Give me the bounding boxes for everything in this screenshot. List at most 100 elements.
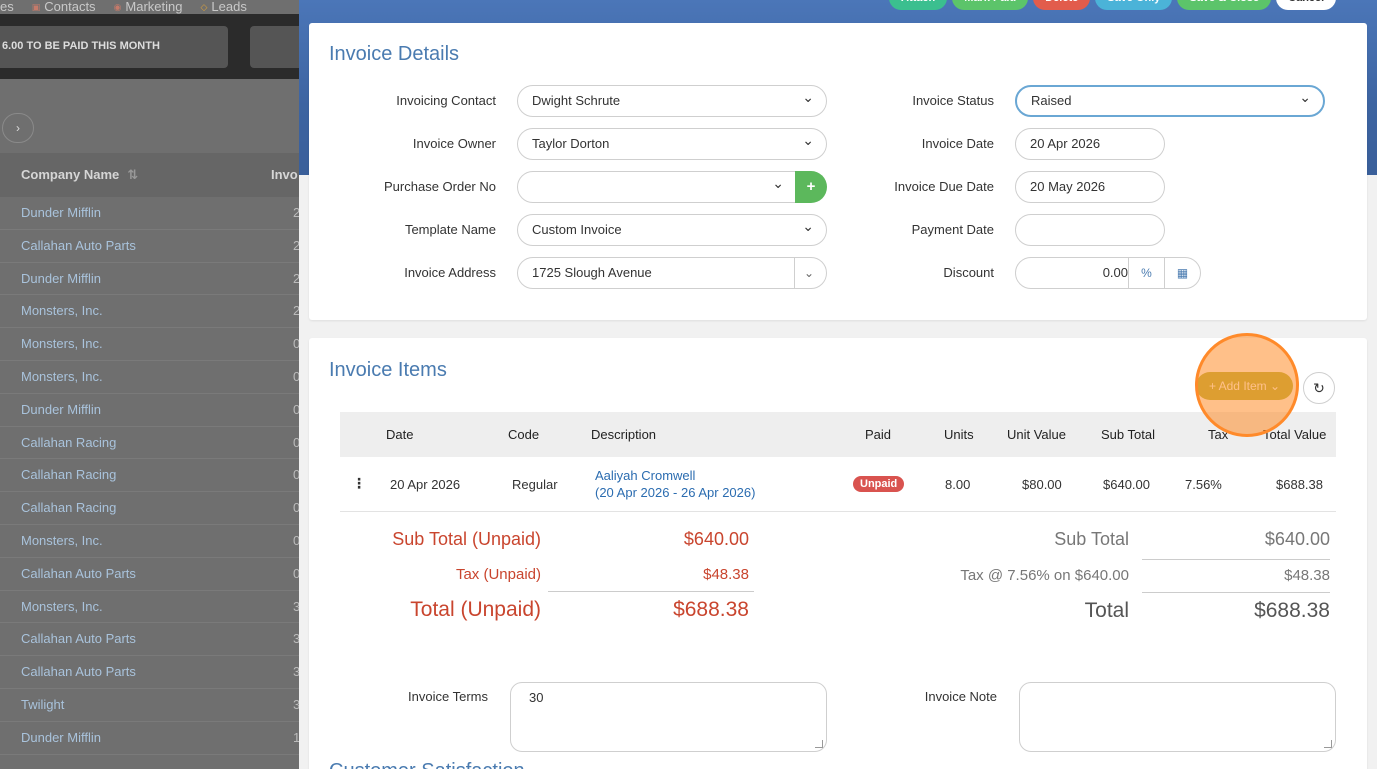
discount-percent-button[interactable]: % xyxy=(1128,258,1164,288)
nav-item-contacts[interactable]: ▣ Contacts xyxy=(32,0,96,14)
discount-input[interactable]: 0.00 xyxy=(1016,258,1128,288)
invoice-address-value: 1725 Slough Avenue xyxy=(532,265,652,280)
column-unit-value: Unit Value xyxy=(1007,427,1067,442)
background-banner: 6.00 TO BE PAID THIS MONTH xyxy=(0,14,300,79)
invoice-status-select[interactable]: Raised xyxy=(1015,85,1325,117)
template-name-select[interactable]: Custom Invoice xyxy=(517,214,827,246)
save-close-button[interactable]: Save & Close xyxy=(1177,0,1272,10)
payment-date-label: Payment Date xyxy=(911,222,994,237)
invoice-due-date-input[interactable]: 20 May 2026 xyxy=(1015,171,1165,203)
calculator-icon[interactable]: ▦ xyxy=(1164,258,1200,288)
table-row[interactable]: ⋮ 20 Apr 2026 Regular Aaliyah Cromwell (… xyxy=(340,457,1336,512)
refresh-icon[interactable]: ↻ xyxy=(1303,372,1335,404)
attach-button[interactable]: Attach xyxy=(889,0,948,10)
invoice-date-input[interactable]: 20 Apr 2026 xyxy=(1015,128,1165,160)
row-menu-icon[interactable]: ⋮ xyxy=(352,475,366,492)
sub-total-value: $640.00 xyxy=(1264,529,1330,549)
invoice-owner-label: Invoice Owner xyxy=(412,136,496,151)
summary-divider-1 xyxy=(1142,559,1330,560)
background-table-row[interactable]: Callahan Racing 0 xyxy=(0,492,300,525)
background-table-header: Company Name ⇅ Invo xyxy=(0,153,300,197)
invoice-due-date-label: Invoice Due Date xyxy=(894,179,994,194)
background-nav: es ▣ Contacts ◉ Marketing ◇ Leads xyxy=(0,0,300,14)
company-link[interactable]: Twilight xyxy=(21,697,64,712)
invoice-note-textarea[interactable] xyxy=(1019,682,1336,752)
invoice-address-label: Invoice Address xyxy=(404,265,496,280)
company-link[interactable]: Callahan Racing xyxy=(21,435,116,450)
summary-pill xyxy=(250,26,300,68)
invoice-address-select[interactable]: 1725 Slough Avenue ⌄ xyxy=(517,257,827,289)
background-table-body: Dunder Mifflin 2 Callahan Auto Parts 2 Dunde… xyxy=(0,197,300,755)
nav-item-es[interactable]: es xyxy=(0,0,14,14)
add-purchase-order-button[interactable]: + xyxy=(795,171,827,203)
company-link[interactable]: Callahan Racing xyxy=(21,467,116,482)
background-table-row[interactable]: Callahan Auto Parts 3 xyxy=(0,623,300,657)
background-table-row[interactable]: Dunder Mifflin 1 xyxy=(0,722,300,755)
chevron-down-icon[interactable]: ⌄ xyxy=(804,258,814,288)
mark-paid-button[interactable]: Mark Paid xyxy=(952,0,1029,10)
unpaid-total-value: $688.38 xyxy=(673,598,749,621)
background-table-row[interactable]: Twilight 3 xyxy=(0,689,300,722)
invoice-owner-select[interactable]: Taylor Dorton xyxy=(517,128,827,160)
payment-date-input[interactable] xyxy=(1015,214,1165,246)
add-item-button[interactable]: + Add Item ⌄ xyxy=(1196,372,1293,400)
item-description-period: (20 Apr 2026 - 26 Apr 2026) xyxy=(595,485,756,500)
invoice-date-label: Invoice Date xyxy=(921,136,994,151)
nav-item-marketing[interactable]: ◉ Marketing xyxy=(114,0,183,14)
company-link[interactable]: Monsters, Inc. xyxy=(21,599,103,614)
background-table-row[interactable]: Monsters, Inc. 2 xyxy=(0,295,300,329)
company-link[interactable]: Monsters, Inc. xyxy=(21,303,103,318)
tax-summary-label: Tax @ 7.56% on $640.00 xyxy=(960,567,1129,584)
invoice-terms-textarea[interactable]: 30 xyxy=(510,682,827,752)
column-invoice[interactable]: Invo xyxy=(271,167,298,182)
company-link[interactable]: Monsters, Inc. xyxy=(21,336,103,351)
company-link[interactable]: Dunder Mifflin xyxy=(21,271,101,286)
company-link[interactable]: Monsters, Inc. xyxy=(21,533,103,548)
discount-group: 0.00 % ▦ xyxy=(1015,257,1201,289)
background-app: es ▣ Contacts ◉ Marketing ◇ Leads 6.00 TO B… xyxy=(0,0,300,769)
background-table-row[interactable]: Monsters, Inc. 0 xyxy=(0,525,300,558)
pager-next-button[interactable]: › xyxy=(2,113,34,143)
delete-button[interactable]: Delete xyxy=(1033,0,1091,10)
company-link[interactable]: Callahan Auto Parts xyxy=(21,631,136,646)
item-sub-total: $640.00 xyxy=(1103,477,1150,492)
cancel-button[interactable]: Cancel xyxy=(1276,0,1337,10)
tax-summary-value: $48.38 xyxy=(1284,567,1330,584)
background-table-row[interactable]: Monsters, Inc. 0 xyxy=(0,328,300,361)
item-description-link[interactable]: Aaliyah Cromwell xyxy=(595,468,695,483)
purchase-order-select[interactable] xyxy=(517,171,797,203)
company-link[interactable]: Dunder Mifflin xyxy=(21,730,101,745)
column-company-name[interactable]: Company Name ⇅ xyxy=(21,167,138,183)
background-table-row[interactable]: Monsters, Inc. 0 xyxy=(0,361,300,394)
company-link[interactable]: Monsters, Inc. xyxy=(21,369,103,384)
company-link[interactable]: Callahan Racing xyxy=(21,500,116,515)
item-code: Regular xyxy=(512,477,558,492)
company-link[interactable]: Dunder Mifflin xyxy=(21,205,101,220)
column-paid: Paid xyxy=(865,427,892,442)
invoice-items-card: Invoice Items + Add Item ⌄ ↻ Date Code D… xyxy=(309,338,1367,769)
sort-icon[interactable]: ⇅ xyxy=(127,167,138,182)
background-table-row[interactable]: Callahan Auto Parts 0 xyxy=(0,558,300,591)
background-table-row[interactable]: Monsters, Inc. 3 xyxy=(0,591,300,624)
column-description: Description xyxy=(591,427,657,442)
background-table-row[interactable]: Callahan Racing 0 xyxy=(0,427,300,460)
invoicing-contact-select[interactable]: Dwight Schrute xyxy=(517,85,827,117)
company-link[interactable]: Callahan Auto Parts xyxy=(21,238,136,253)
invoice-modal: Attach Mark Paid Delete Save Only Save & Clo… xyxy=(299,0,1377,769)
company-link[interactable]: Dunder Mifflin xyxy=(21,402,101,417)
invoice-terms-label: Invoice Terms xyxy=(408,689,488,704)
save-only-button[interactable]: Save Only xyxy=(1095,0,1173,10)
background-table-row[interactable]: Dunder Mifflin 0 xyxy=(0,394,300,427)
background-table-row[interactable]: Dunder Mifflin 2 xyxy=(0,197,300,230)
background-table-row[interactable]: Dunder Mifflin 2 xyxy=(0,263,300,296)
total-label: Total xyxy=(1084,599,1129,622)
contacts-icon: ▣ xyxy=(31,2,41,12)
company-link[interactable]: Callahan Auto Parts xyxy=(21,566,136,581)
background-table-row[interactable]: Callahan Racing 0 xyxy=(0,459,300,493)
background-table-row[interactable]: Callahan Auto Parts 3 xyxy=(0,656,300,689)
nav-item-leads[interactable]: ◇ Leads xyxy=(201,0,247,14)
unpaid-tax-label: Tax (Unpaid) xyxy=(455,566,541,583)
unpaid-total-label: Total (Unpaid) xyxy=(410,598,541,621)
background-table-row[interactable]: Callahan Auto Parts 2 xyxy=(0,230,300,263)
company-link[interactable]: Callahan Auto Parts xyxy=(21,664,136,679)
